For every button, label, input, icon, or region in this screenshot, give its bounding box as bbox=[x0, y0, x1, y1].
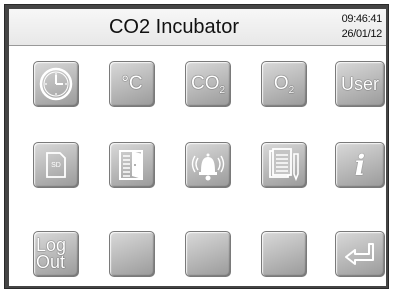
user-button[interactable]: User bbox=[335, 61, 385, 107]
o2-label: O bbox=[273, 72, 289, 94]
button-panel: °C CO2 O2 User SD i Log Out bbox=[9, 46, 386, 286]
header-bar: CO2 Incubator 09:46:41 26/01/12 bbox=[9, 9, 386, 46]
clock-icon bbox=[38, 66, 74, 102]
log-notes-icon bbox=[268, 148, 300, 182]
sd-card-icon: SD bbox=[45, 152, 67, 178]
logout-label-line2: Out bbox=[36, 252, 66, 272]
enter-return-icon bbox=[343, 241, 377, 267]
info-icon: i bbox=[354, 148, 366, 182]
time-readout: 09:46:41 bbox=[341, 13, 383, 25]
device-screen: CO2 Incubator 09:46:41 26/01/12 °C CO2 O… bbox=[4, 4, 389, 289]
co2-label-wrap: CO2 bbox=[191, 73, 225, 96]
blank-button-3[interactable] bbox=[261, 231, 307, 277]
logout-button[interactable]: Log Out bbox=[33, 231, 79, 277]
door-icon bbox=[117, 149, 147, 181]
alarm-button[interactable] bbox=[185, 142, 231, 188]
temperature-button[interactable]: °C bbox=[109, 61, 155, 107]
logout-label: Log Out bbox=[36, 236, 76, 272]
co2-button[interactable]: CO2 bbox=[185, 61, 231, 107]
alarm-bell-icon bbox=[189, 148, 227, 182]
sd-card-button[interactable]: SD bbox=[33, 142, 79, 188]
user-label: User bbox=[340, 73, 379, 94]
clock-button[interactable] bbox=[33, 61, 79, 107]
door-button[interactable] bbox=[109, 142, 155, 188]
info-button[interactable]: i bbox=[335, 142, 385, 188]
blank-button-2[interactable] bbox=[185, 231, 231, 277]
log-button[interactable] bbox=[261, 142, 307, 188]
sd-card-label: SD bbox=[51, 162, 61, 169]
blank-button-1[interactable] bbox=[109, 231, 155, 277]
o2-subscript: 2 bbox=[288, 84, 295, 96]
o2-button[interactable]: O2 bbox=[261, 61, 307, 107]
temperature-label: °C bbox=[121, 73, 143, 94]
enter-button[interactable] bbox=[335, 231, 385, 277]
co2-label: CO bbox=[190, 72, 220, 94]
co2-subscript: 2 bbox=[219, 84, 226, 96]
page-title: CO2 Incubator bbox=[108, 16, 240, 38]
date-readout: 26/01/12 bbox=[341, 28, 383, 40]
o2-label-wrap: O2 bbox=[274, 73, 294, 96]
datetime-display: 09:46:41 26/01/12 bbox=[322, 12, 383, 42]
